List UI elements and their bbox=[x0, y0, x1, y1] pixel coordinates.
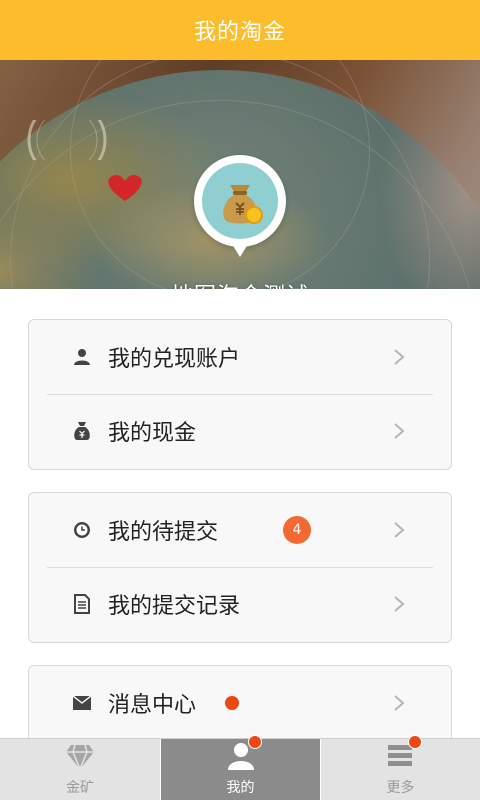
menu-item-label: 我的兑现账户 bbox=[108, 347, 241, 372]
money-bag-icon bbox=[223, 185, 263, 224]
menu-group-submission: 我的待提交 4 我的提交记录 bbox=[28, 492, 452, 643]
map-pin-decoration bbox=[27, 120, 107, 160]
document-icon bbox=[73, 594, 91, 614]
money-bag-icon bbox=[73, 422, 91, 440]
page-title: 我的淘金 bbox=[193, 20, 286, 45]
notification-dot bbox=[407, 735, 422, 749]
tab-mine[interactable]: 我的 bbox=[160, 735, 320, 800]
chevron-right-icon bbox=[394, 349, 405, 365]
mail-icon bbox=[73, 694, 91, 712]
menu-item-submit-history[interactable]: 我的提交记录 bbox=[29, 567, 451, 641]
menu-item-label: 我的现金 bbox=[108, 421, 197, 446]
chevron-right-icon bbox=[394, 423, 405, 439]
chevron-right-icon bbox=[394, 695, 405, 711]
menu-item-label: 我的提交记录 bbox=[108, 594, 241, 619]
pending-count-badge: 4 bbox=[283, 516, 311, 544]
diamond-icon bbox=[66, 744, 94, 771]
menu-group-account: 我的兑现账户 我的现金 bbox=[28, 319, 452, 470]
heart-icon bbox=[108, 174, 142, 201]
chevron-right-icon bbox=[394, 522, 405, 538]
tab-label: 我的 bbox=[226, 780, 255, 796]
unread-dot bbox=[225, 696, 239, 710]
tab-label: 金矿 bbox=[66, 780, 94, 796]
avatar-badge bbox=[194, 155, 286, 265]
chevron-right-icon bbox=[394, 596, 405, 612]
menu-item-label: 我的待提交 bbox=[108, 520, 219, 545]
menu-item-label: 消息中心 bbox=[108, 693, 197, 718]
bottom-tab-bar: 金矿 我的 更多 bbox=[0, 735, 480, 800]
menu-item-redeem-account[interactable]: 我的兑现账户 bbox=[29, 320, 451, 394]
clock-icon bbox=[73, 521, 91, 539]
menu-item-pending-submit[interactable]: 我的待提交 4 bbox=[29, 493, 451, 567]
tab-label: 更多 bbox=[386, 780, 415, 796]
notification-dot bbox=[247, 735, 262, 749]
title-bar: 我的淘金 bbox=[0, 0, 480, 60]
user-icon bbox=[73, 348, 91, 366]
hero-title: 地图淘金测试 bbox=[0, 278, 480, 289]
menu-item-message-center[interactable]: 消息中心 bbox=[29, 666, 451, 740]
menu-item-my-cash[interactable]: 我的现金 bbox=[29, 394, 451, 468]
tab-more[interactable]: 更多 bbox=[320, 735, 480, 800]
tab-gold-mine[interactable]: 金矿 bbox=[0, 739, 160, 800]
hero-banner: 地图淘金测试 bbox=[0, 60, 480, 289]
